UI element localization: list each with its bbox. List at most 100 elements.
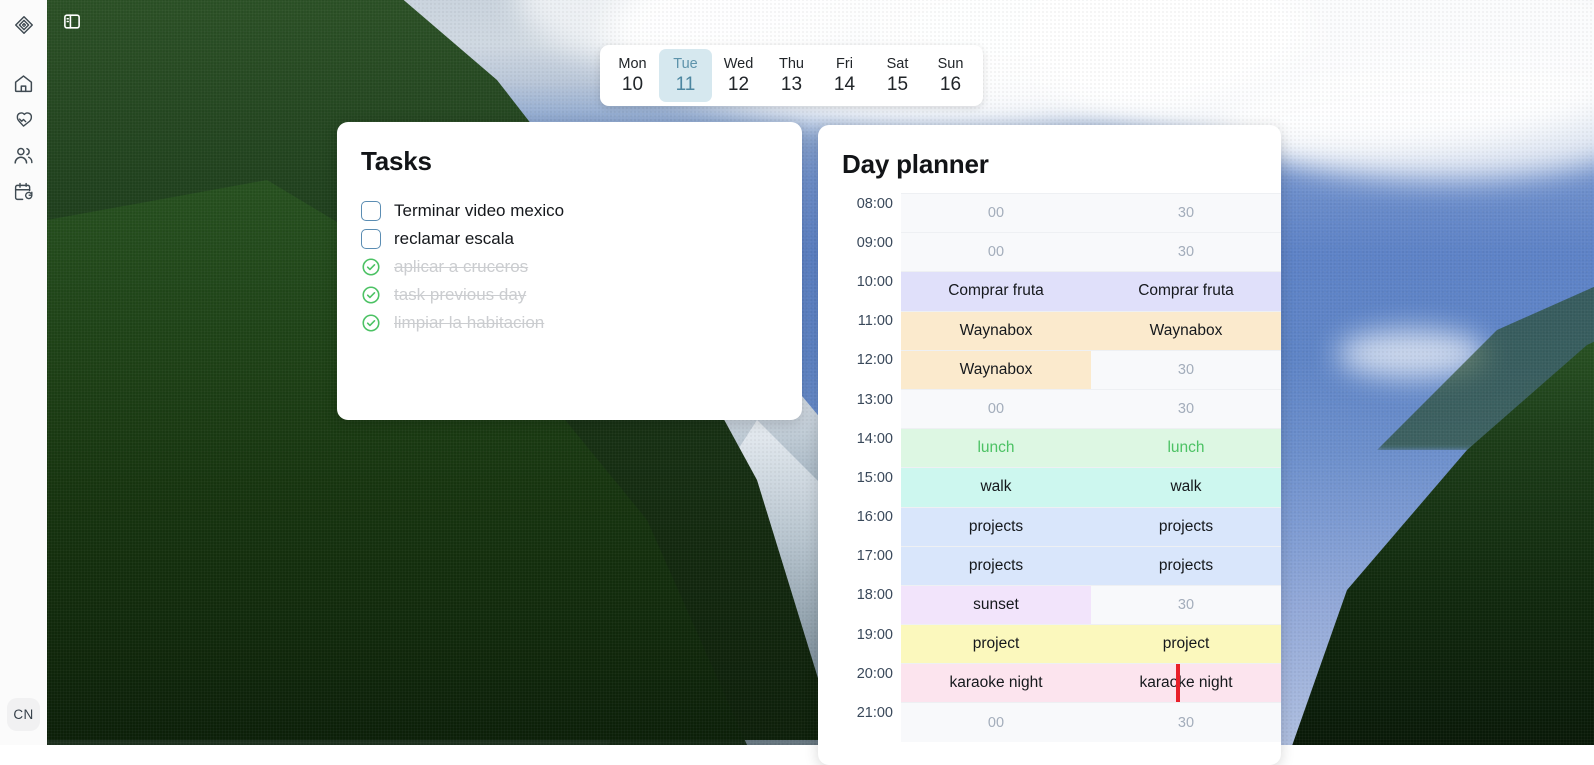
- day-number-label: 11: [675, 73, 696, 95]
- day-option-sat[interactable]: Sat 15: [871, 49, 924, 102]
- panel-left-icon[interactable]: [62, 12, 82, 31]
- task-label: reclamar escala: [394, 228, 514, 248]
- planner-slot-group: 00 30: [901, 193, 1281, 233]
- task-checked-icon[interactable]: [361, 285, 381, 305]
- planner-slot[interactable]: project: [901, 625, 1091, 664]
- planner-slot[interactable]: 00: [901, 233, 1091, 272]
- planner-row: 11:00 Waynabox Waynabox: [842, 310, 1281, 350]
- planner-slot[interactable]: Waynabox: [1091, 311, 1281, 350]
- planner-time-label: 18:00: [856, 587, 893, 604]
- week-date-picker: Mon 10 Tue 11 Wed 12 Thu 13 Fri 14 Sat 15 Sun 16: [600, 45, 983, 106]
- planner-slot-group: walk walk: [901, 467, 1281, 507]
- planner-time-label: 15:00: [856, 469, 893, 486]
- day-number-label: 12: [727, 73, 750, 95]
- planner-slot[interactable]: projects: [901, 507, 1091, 546]
- planner-slot[interactable]: Waynabox: [901, 311, 1091, 350]
- sidebar-item-home[interactable]: [9, 68, 39, 98]
- planner-time-label: 10:00: [856, 273, 893, 290]
- planner-row: 18:00 sunset 30: [842, 584, 1281, 625]
- planner-slot[interactable]: walk: [901, 468, 1091, 507]
- planner-time-label: 20:00: [856, 665, 893, 682]
- day-option-mon[interactable]: Mon 10: [606, 49, 659, 102]
- planner-slot[interactable]: 30: [1091, 350, 1281, 389]
- planner-slot[interactable]: 30: [1091, 194, 1281, 233]
- day-weekday-label: Thu: [779, 55, 804, 72]
- planner-time-label: 09:00: [856, 234, 893, 251]
- planner-slot[interactable]: project: [1091, 625, 1281, 664]
- planner-slot[interactable]: 30: [1091, 233, 1281, 272]
- planner-slot[interactable]: sunset: [901, 585, 1091, 625]
- task-label: aplicar a cruceros: [394, 256, 529, 276]
- planner-slot[interactable]: karaoke night: [901, 664, 1091, 703]
- planner-slot-group: 00 30: [901, 388, 1281, 429]
- planner-time-label: 11:00: [857, 313, 893, 330]
- task-checked-icon[interactable]: [361, 257, 381, 277]
- planner-slot[interactable]: 00: [901, 389, 1091, 429]
- planner-row: 09:00 00 30: [842, 232, 1281, 272]
- planner-slot-group: Waynabox Waynabox: [901, 310, 1281, 350]
- left-sidebar: CN: [0, 0, 47, 745]
- task-list: Terminar video mexico reclamar escala apli…: [361, 199, 802, 334]
- planner-slot[interactable]: projects: [901, 546, 1091, 585]
- sidebar-item-connections[interactable]: [9, 104, 39, 134]
- planner-slot[interactable]: lunch: [1091, 429, 1281, 468]
- planner-slot[interactable]: projects: [1091, 546, 1281, 585]
- day-number-label: 13: [780, 73, 803, 95]
- planner-time-label: 12:00: [856, 352, 893, 369]
- task-item: task previous day: [361, 283, 802, 306]
- planner-slot[interactable]: lunch: [901, 429, 1091, 468]
- day-weekday-label: Mon: [618, 55, 647, 72]
- planner-row: 12:00 Waynabox 30: [842, 349, 1281, 389]
- planner-slot[interactable]: 30: [1091, 585, 1281, 625]
- day-number-label: 16: [939, 73, 962, 95]
- tasks-title: Tasks: [361, 146, 432, 176]
- task-item: aplicar a cruceros: [361, 255, 802, 278]
- day-option-wed[interactable]: Wed 12: [712, 49, 765, 102]
- planner-row: 15:00 walk walk: [842, 467, 1281, 507]
- day-option-thu[interactable]: Thu 13: [765, 49, 818, 102]
- planner-time-label: 21:00: [856, 705, 893, 722]
- sidebar-item-people[interactable]: [9, 140, 39, 170]
- planner-slot-group: projects projects: [901, 545, 1281, 585]
- sidebar-nav: [9, 68, 39, 206]
- planner-row: 20:00 karaoke night karaoke night: [842, 663, 1281, 703]
- task-checkbox[interactable]: [361, 228, 381, 249]
- planner-slot-group: projects projects: [901, 506, 1281, 546]
- task-label: Terminar video mexico: [394, 200, 565, 220]
- planner-slot-group: Comprar fruta Comprar fruta: [901, 271, 1281, 311]
- planner-slot[interactable]: 00: [901, 703, 1091, 742]
- day-option-sun[interactable]: Sun 16: [924, 49, 977, 102]
- day-number-label: 10: [621, 73, 644, 95]
- planner-slot-group: 00 30: [901, 702, 1281, 742]
- task-checked-icon[interactable]: [361, 313, 381, 333]
- planner-slot[interactable]: walk: [1091, 468, 1281, 507]
- day-weekday-label: Fri: [836, 55, 853, 72]
- planner-row: 19:00 project project: [842, 624, 1281, 664]
- day-weekday-label: Sun: [937, 55, 964, 72]
- day-option-tue[interactable]: Tue 11: [659, 49, 712, 102]
- planner-slot-group: karaoke night karaoke night: [901, 663, 1281, 703]
- planner-time-label: 14:00: [856, 430, 893, 447]
- day-option-fri[interactable]: Fri 14: [818, 49, 871, 102]
- planner-slot[interactable]: Waynabox: [901, 350, 1091, 389]
- planner-row: 17:00 projects projects: [842, 545, 1281, 585]
- planner-row: 21:00 00 30: [842, 702, 1281, 742]
- sidebar-item-calendar[interactable]: [9, 176, 39, 206]
- planner-slot[interactable]: 00: [901, 194, 1091, 233]
- task-label: task previous day: [394, 284, 527, 304]
- task-checkbox[interactable]: [361, 200, 381, 221]
- planner-row: 14:00 lunch lunch: [842, 428, 1281, 468]
- planner-time-label: 13:00: [856, 391, 893, 408]
- planner-slot-group: Waynabox 30: [901, 349, 1281, 389]
- planner-slot[interactable]: Comprar fruta: [1091, 272, 1281, 311]
- task-item: reclamar escala: [361, 227, 802, 250]
- planner-slot[interactable]: karaoke night: [1091, 664, 1281, 703]
- app-logo-icon[interactable]: [9, 10, 39, 40]
- planner-slot-group: 00 30: [901, 232, 1281, 272]
- planner-slot[interactable]: projects: [1091, 507, 1281, 546]
- planner-slot[interactable]: 30: [1091, 703, 1281, 742]
- day-planner-card: Day planner 08:00 00 30 09:00 00 30 10:00 Compr…: [818, 125, 1281, 765]
- planner-slot[interactable]: Comprar fruta: [901, 272, 1091, 311]
- user-avatar[interactable]: CN: [7, 698, 40, 731]
- planner-slot[interactable]: 30: [1091, 389, 1281, 429]
